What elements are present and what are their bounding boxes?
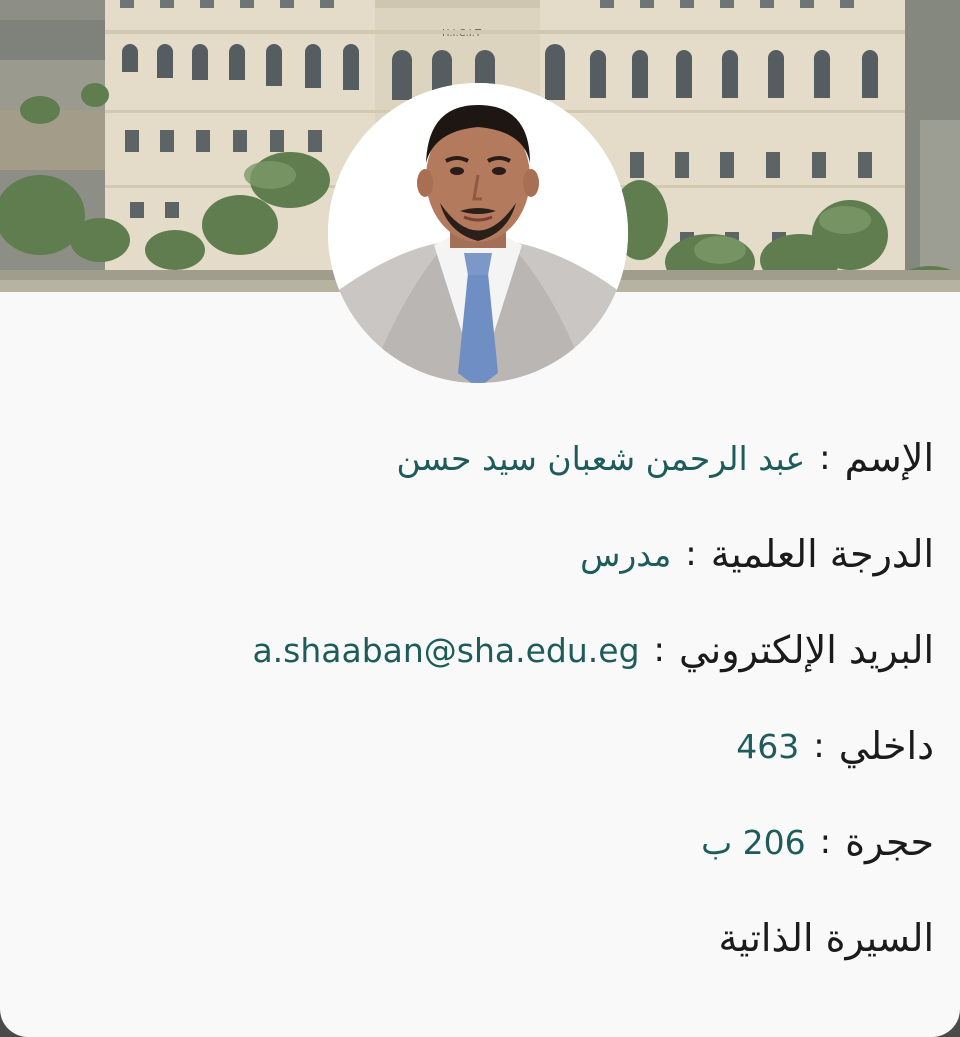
- room-value: 206 ب: [701, 822, 806, 862]
- avatar: [328, 83, 628, 383]
- profile-info: الإسم : عبد الرحمن شعبان سيد حسن الدرجة …: [26, 410, 934, 986]
- cv-link[interactable]: السيرة الذاتية: [718, 916, 934, 960]
- profile-card: H.I.C.I.T: [0, 0, 960, 1037]
- degree-row: الدرجة العلمية : مدرس: [26, 506, 934, 602]
- separator: :: [819, 822, 832, 862]
- separator: :: [813, 726, 825, 766]
- room-row: حجرة : 206 ب: [26, 794, 934, 890]
- email-link[interactable]: a.shaaban@sha.edu.eg: [252, 631, 639, 670]
- extension-label: داخلي: [838, 724, 934, 768]
- separator: :: [653, 630, 665, 670]
- extension-row: داخلي : 463: [26, 698, 934, 794]
- name-label: الإسم: [844, 436, 934, 480]
- cv-row: السيرة الذاتية: [26, 890, 934, 986]
- extension-value: 463: [736, 726, 800, 766]
- degree-label: الدرجة العلمية: [710, 532, 934, 576]
- email-label: البريد الإلكتروني: [679, 628, 934, 672]
- separator: :: [819, 438, 831, 478]
- name-row: الإسم : عبد الرحمن شعبان سيد حسن: [26, 410, 935, 506]
- name-value: عبد الرحمن شعبان سيد حسن: [396, 438, 806, 478]
- room-label: حجرة: [845, 820, 934, 864]
- email-row: البريد الإلكتروني : a.shaaban@sha.edu.eg: [26, 602, 934, 698]
- degree-value: مدرس: [580, 534, 672, 574]
- separator: :: [685, 534, 697, 574]
